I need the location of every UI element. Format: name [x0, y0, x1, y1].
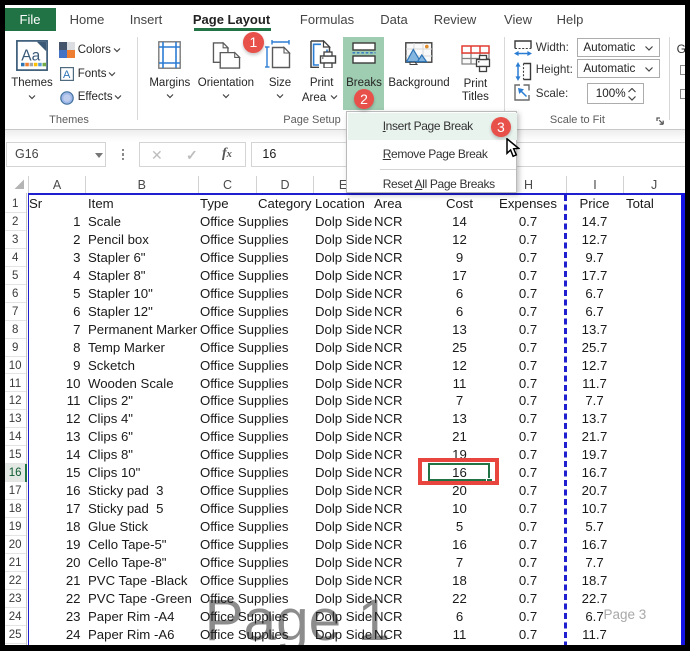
svg-text:A: A	[63, 69, 71, 81]
svg-text:Aa: Aa	[22, 48, 41, 65]
